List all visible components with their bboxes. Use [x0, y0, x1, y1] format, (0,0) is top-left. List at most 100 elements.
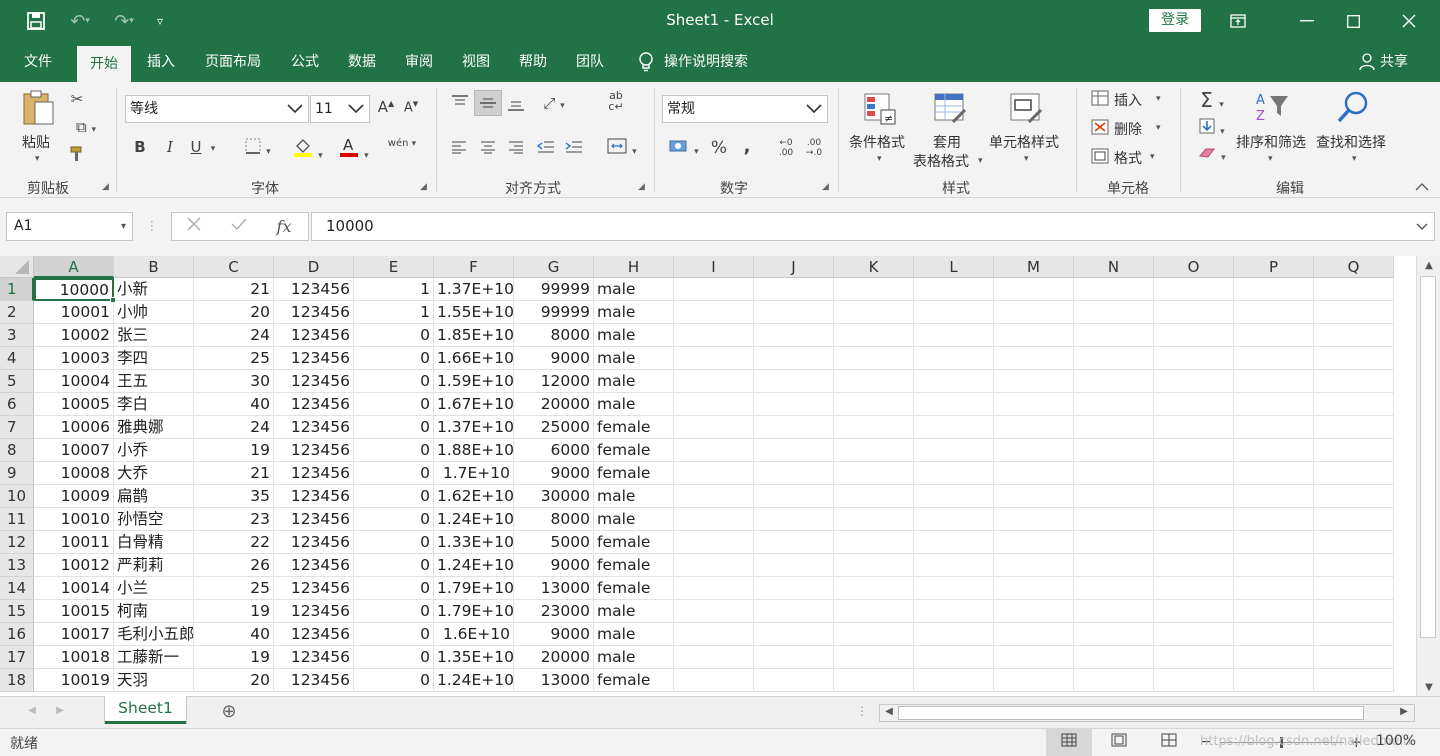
cell-n3[interactable]	[1074, 324, 1154, 347]
cell-k7[interactable]	[834, 416, 914, 439]
vertical-scroll-thumb[interactable]	[1420, 276, 1436, 638]
row-header[interactable]: 10	[0, 485, 34, 508]
cell-b4[interactable]: 李四	[114, 347, 194, 370]
cell-styles-dropdown-icon[interactable]: ▾	[1024, 154, 1029, 164]
number-format-select[interactable]: 常规	[662, 95, 828, 123]
borders-icon[interactable]: ▾	[238, 138, 278, 158]
cell-j15[interactable]	[754, 600, 834, 623]
formula-input[interactable]: 10000	[311, 212, 1435, 241]
paste-icon[interactable]	[18, 88, 58, 132]
cell-j7[interactable]	[754, 416, 834, 439]
cell-d8[interactable]: 123456	[274, 439, 354, 462]
cell-e14[interactable]: 0	[354, 577, 434, 600]
insert-cells-icon[interactable]	[1090, 90, 1110, 110]
column-header-k[interactable]: K	[834, 256, 914, 278]
cell-e15[interactable]: 0	[354, 600, 434, 623]
cell-k16[interactable]	[834, 623, 914, 646]
cell-i13[interactable]	[674, 554, 754, 577]
cell-h11[interactable]: male	[594, 508, 674, 531]
format-as-table-dropdown-icon[interactable]: ▾	[978, 156, 983, 166]
cell-d11[interactable]: 123456	[274, 508, 354, 531]
cell-f2[interactable]: 1.55E+10	[434, 301, 514, 324]
column-header-q[interactable]: Q	[1314, 256, 1394, 278]
fill-handle[interactable]	[110, 297, 116, 303]
cell-d5[interactable]: 123456	[274, 370, 354, 393]
row-header[interactable]: 7	[0, 416, 34, 439]
cell-e1[interactable]: 1	[354, 278, 434, 301]
cell-m5[interactable]	[994, 370, 1074, 393]
cell-j14[interactable]	[754, 577, 834, 600]
cell-h8[interactable]: female	[594, 439, 674, 462]
cell-h13[interactable]: female	[594, 554, 674, 577]
clear-icon[interactable]: ▾	[1192, 146, 1232, 164]
row-header[interactable]: 11	[0, 508, 34, 531]
cell-b12[interactable]: 白骨精	[114, 531, 194, 554]
comma-style-button[interactable]: ,	[738, 136, 756, 157]
cell-f15[interactable]: 1.79E+10	[434, 600, 514, 623]
cell-i9[interactable]	[674, 462, 754, 485]
cell-l14[interactable]	[914, 577, 994, 600]
sort-filter-icon[interactable]: AZ	[1252, 90, 1296, 128]
cell-b6[interactable]: 李白	[114, 393, 194, 416]
tab-insert[interactable]: 插入	[136, 42, 186, 82]
cell-p18[interactable]	[1234, 669, 1314, 692]
cell-e17[interactable]: 0	[354, 646, 434, 669]
cell-i11[interactable]	[674, 508, 754, 531]
cell-o10[interactable]	[1154, 485, 1234, 508]
alignment-launcher-icon[interactable]: ◢	[638, 182, 645, 192]
cell-e10[interactable]: 0	[354, 485, 434, 508]
cell-p16[interactable]	[1234, 623, 1314, 646]
cell-m6[interactable]	[994, 393, 1074, 416]
cell-q13[interactable]	[1314, 554, 1394, 577]
italic-button[interactable]: I	[160, 138, 180, 156]
cell-n16[interactable]	[1074, 623, 1154, 646]
cell-f9[interactable]: 1.7E+10	[434, 462, 514, 485]
cell-p10[interactable]	[1234, 485, 1314, 508]
cell-i15[interactable]	[674, 600, 754, 623]
new-sheet-icon[interactable]: ⊕	[218, 701, 240, 722]
clipboard-launcher-icon[interactable]: ◢	[102, 182, 109, 192]
cell-j10[interactable]	[754, 485, 834, 508]
increase-decimal-icon[interactable]: ←0.00	[774, 138, 798, 158]
scroll-up-icon[interactable]: ▲	[1422, 260, 1436, 271]
cell-m4[interactable]	[994, 347, 1074, 370]
row-header[interactable]: 15	[0, 600, 34, 623]
cell-k8[interactable]	[834, 439, 914, 462]
bold-button[interactable]: B	[130, 138, 150, 156]
column-header-j[interactable]: J	[754, 256, 834, 278]
cell-f4[interactable]: 1.66E+10	[434, 347, 514, 370]
tab-page-layout[interactable]: 页面布局	[194, 42, 272, 82]
cell-p12[interactable]	[1234, 531, 1314, 554]
paste-button[interactable]: 粘贴	[22, 132, 50, 152]
cell-a6[interactable]: 10005	[34, 393, 114, 416]
cell-b15[interactable]: 柯南	[114, 600, 194, 623]
cell-j3[interactable]	[754, 324, 834, 347]
column-header-h[interactable]: H	[594, 256, 674, 278]
row-header[interactable]: 13	[0, 554, 34, 577]
cell-c7[interactable]: 24	[194, 416, 274, 439]
cell-g12[interactable]: 5000	[514, 531, 594, 554]
cell-k6[interactable]	[834, 393, 914, 416]
cell-c5[interactable]: 30	[194, 370, 274, 393]
decrease-decimal-icon[interactable]: .00 →.0	[802, 138, 826, 158]
fill-icon[interactable]: ▾	[1192, 118, 1232, 138]
cell-c16[interactable]: 40	[194, 623, 274, 646]
cell-b10[interactable]: 扁鹊	[114, 485, 194, 508]
cell-g11[interactable]: 8000	[514, 508, 594, 531]
cell-b7[interactable]: 雅典娜	[114, 416, 194, 439]
tab-split-grip-icon[interactable]: ⋮	[856, 704, 868, 718]
cell-q6[interactable]	[1314, 393, 1394, 416]
cell-d16[interactable]: 123456	[274, 623, 354, 646]
cell-m11[interactable]	[994, 508, 1074, 531]
cell-h16[interactable]: male	[594, 623, 674, 646]
cell-h10[interactable]: male	[594, 485, 674, 508]
sort-filter-button[interactable]: 排序和筛选	[1236, 132, 1306, 152]
column-header-c[interactable]: C	[194, 256, 274, 278]
cell-f11[interactable]: 1.24E+10	[434, 508, 514, 531]
cell-j11[interactable]	[754, 508, 834, 531]
format-dropdown-icon[interactable]: ▾	[1150, 152, 1155, 162]
row-header[interactable]: 16	[0, 623, 34, 646]
delete-cells-button[interactable]: 删除	[1114, 119, 1142, 139]
cell-q8[interactable]	[1314, 439, 1394, 462]
cut-icon[interactable]: ✂	[66, 90, 88, 108]
